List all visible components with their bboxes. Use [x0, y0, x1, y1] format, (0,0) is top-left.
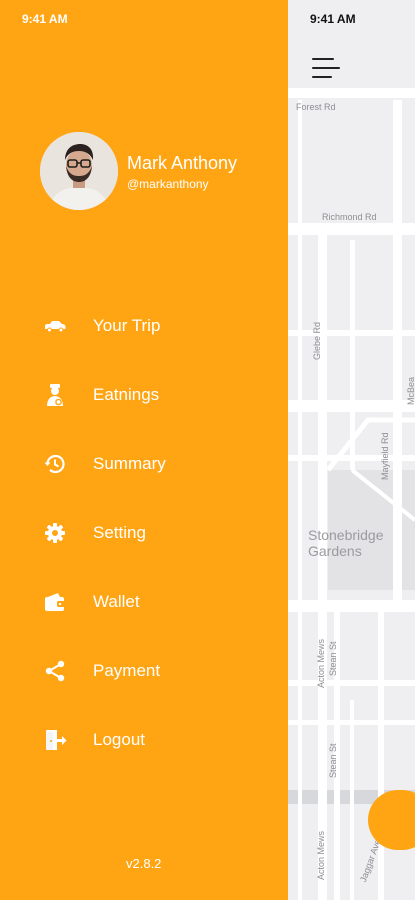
- share-icon: [43, 659, 67, 683]
- street-label: Acton Mews: [316, 830, 326, 880]
- car-icon: [43, 314, 67, 338]
- menu-item-setting[interactable]: Setting: [0, 511, 288, 555]
- menu-item-summary[interactable]: Summary: [0, 442, 288, 486]
- hamburger-line: [312, 67, 340, 69]
- street-label: Forest Rd: [296, 102, 336, 112]
- app-version: v2.8.2: [126, 856, 162, 871]
- menu-item-wallet[interactable]: Wallet: [0, 580, 288, 624]
- status-bar-time: 9:41 AM: [310, 12, 356, 26]
- logout-icon: [43, 728, 67, 752]
- map-view[interactable]: 9:41 AM Forest Rd Richmond Rd Glebe Rd M…: [288, 0, 415, 900]
- history-icon: [43, 452, 67, 476]
- area-label: Stonebridge Gardens: [308, 527, 384, 559]
- gear-icon: [43, 521, 67, 545]
- avatar-image: [40, 132, 118, 210]
- menu-item-label: Setting: [93, 523, 146, 542]
- avatar[interactable]: [40, 132, 118, 210]
- menu-item-label: Summary: [93, 454, 166, 473]
- hamburger-line: [312, 76, 332, 78]
- area-label-line: Stonebridge: [308, 527, 384, 543]
- street-label: Stean St: [328, 641, 338, 676]
- menu-item-your-trip[interactable]: Your Trip: [0, 304, 288, 348]
- wallet-icon: [43, 590, 67, 614]
- street-label: Richmond Rd: [322, 212, 377, 222]
- street-label: Glebe Rd: [312, 321, 322, 360]
- menu-item-label: Eatnings: [93, 385, 160, 404]
- menu-item-label: Logout: [93, 730, 145, 749]
- navigation-drawer: 9:41 AM Mark Anthony @markanthony Your T…: [0, 0, 288, 900]
- menu-toggle-button[interactable]: [312, 58, 340, 82]
- profile-handle: @markanthony: [127, 177, 209, 191]
- menu-item-label: Wallet: [93, 592, 140, 611]
- street-label: Stean St: [328, 743, 338, 778]
- menu-item-earnings[interactable]: Eatnings: [0, 373, 288, 417]
- menu-item-payment[interactable]: Payment: [0, 649, 288, 693]
- menu-item-label: Payment: [93, 661, 161, 680]
- road-network: [288, 0, 415, 900]
- street-label: Acton Mews: [316, 638, 326, 688]
- menu-item-logout[interactable]: Logout: [0, 718, 288, 762]
- profile-name: Mark Anthony: [127, 153, 238, 173]
- status-bar-time: 9:41 AM: [22, 12, 68, 26]
- hamburger-line: [312, 58, 334, 60]
- area-label-line: Gardens: [308, 543, 362, 559]
- driver-icon: [43, 383, 67, 407]
- street-label: Mayfield Rd: [380, 432, 390, 480]
- menu-item-label: Your Trip: [93, 316, 161, 335]
- street-label: McBea: [406, 376, 415, 405]
